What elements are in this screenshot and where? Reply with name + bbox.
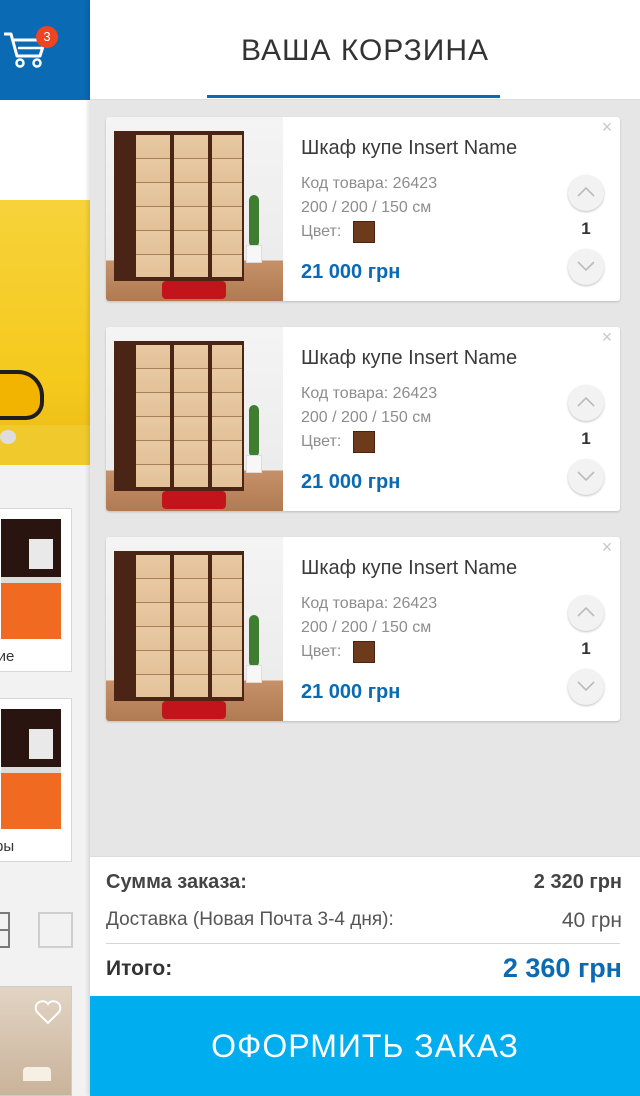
item-name[interactable]: Шкаф купе Insert Name xyxy=(301,557,517,580)
page-title: ВАША КОРЗИНА xyxy=(240,34,490,67)
item-code: Код товара: 26423 xyxy=(301,595,438,612)
cart-header-button[interactable]: 3 xyxy=(0,0,90,100)
kitchen-image xyxy=(1,519,61,639)
chair-image xyxy=(0,370,44,420)
item-price: 21 000 грн xyxy=(301,471,401,493)
item-name[interactable]: Шкаф купе Insert Name xyxy=(301,137,517,160)
item-code: Код товара: 26423 xyxy=(301,175,438,192)
checkout-button[interactable]: ОФОРМИТЬ ЗАКАЗ xyxy=(90,996,640,1096)
delivery-value: 40 грн xyxy=(561,909,622,932)
subtotal-value: 2 320 грн xyxy=(533,871,622,893)
item-name[interactable]: Шкаф купе Insert Name xyxy=(301,347,517,370)
product-image[interactable] xyxy=(106,327,283,511)
total-value: 2 360 грн xyxy=(502,953,622,983)
quantity-value: 1 xyxy=(581,639,591,658)
product-image[interactable] xyxy=(106,117,283,301)
remove-item-icon[interactable]: × xyxy=(600,328,614,346)
lamp-image xyxy=(23,1067,51,1081)
background-page: 3 кие фы xyxy=(0,0,90,1096)
color-swatch xyxy=(353,641,375,663)
product-image[interactable] xyxy=(106,537,283,721)
item-size: 200 / 200 / 150 см xyxy=(301,199,432,216)
summary-divider xyxy=(106,943,620,944)
chevron-up-icon xyxy=(577,606,595,617)
cart-item: × Шкаф купе Insert Name Код товара: 2642… xyxy=(106,327,620,511)
quantity-decrease-button[interactable] xyxy=(568,669,604,705)
cart-header: ВАША КОРЗИНА xyxy=(90,0,640,100)
quantity-increase-button[interactable] xyxy=(568,595,604,631)
delivery-label: Доставка (Новая Почта 3-4 дня): xyxy=(106,909,394,930)
item-color-label: Цвет: xyxy=(301,433,342,450)
color-swatch xyxy=(353,431,375,453)
quantity-increase-button[interactable] xyxy=(568,175,604,211)
cart-count-badge: 3 xyxy=(36,26,58,48)
subtotal-label: Сумма заказа: xyxy=(106,871,247,893)
heart-icon[interactable] xyxy=(33,999,63,1025)
remove-item-icon[interactable]: × xyxy=(600,118,614,136)
cart-item: × Шкаф купе Insert Name Код товара: 2642… xyxy=(106,537,620,721)
item-code: Код товара: 26423 xyxy=(301,385,438,402)
chevron-up-icon xyxy=(577,396,595,407)
total-label: Итого: xyxy=(106,957,173,980)
kitchen-image xyxy=(1,709,61,829)
cart-item: × Шкаф купе Insert Name Код товара: 2642… xyxy=(106,117,620,301)
quantity-decrease-button[interactable] xyxy=(568,249,604,285)
category-label: кие xyxy=(0,648,15,665)
background-spacer xyxy=(0,100,90,200)
item-color-label: Цвет: xyxy=(301,223,342,240)
quantity-decrease-button[interactable] xyxy=(568,459,604,495)
promo-banner[interactable] xyxy=(0,200,90,465)
chevron-down-icon xyxy=(577,261,595,272)
list-view-icon[interactable] xyxy=(38,912,73,948)
color-swatch xyxy=(353,221,375,243)
quantity-value: 1 xyxy=(581,429,591,448)
quantity-value: 1 xyxy=(581,219,591,238)
category-label: фы xyxy=(0,838,15,855)
quantity-increase-button[interactable] xyxy=(568,385,604,421)
item-color-label: Цвет: xyxy=(301,643,342,660)
product-card[interactable] xyxy=(0,986,72,1096)
item-price: 21 000 грн xyxy=(301,681,401,703)
category-card[interactable]: фы xyxy=(0,698,72,862)
chevron-down-icon xyxy=(577,471,595,482)
chevron-up-icon xyxy=(577,186,595,197)
cart-drawer: ВАША КОРЗИНА × Шкаф купе Insert Name Код… xyxy=(90,0,640,1096)
order-summary: Сумма заказа: 2 320 грн Доставка (Новая … xyxy=(90,856,640,996)
item-size: 200 / 200 / 150 см xyxy=(301,409,432,426)
category-card[interactable]: кие xyxy=(0,508,72,672)
title-underline xyxy=(207,95,500,98)
grid-view-icon[interactable] xyxy=(0,912,10,948)
item-size: 200 / 200 / 150 см xyxy=(301,619,432,636)
item-price: 21 000 грн xyxy=(301,261,401,283)
chevron-down-icon xyxy=(577,681,595,692)
remove-item-icon[interactable]: × xyxy=(600,538,614,556)
